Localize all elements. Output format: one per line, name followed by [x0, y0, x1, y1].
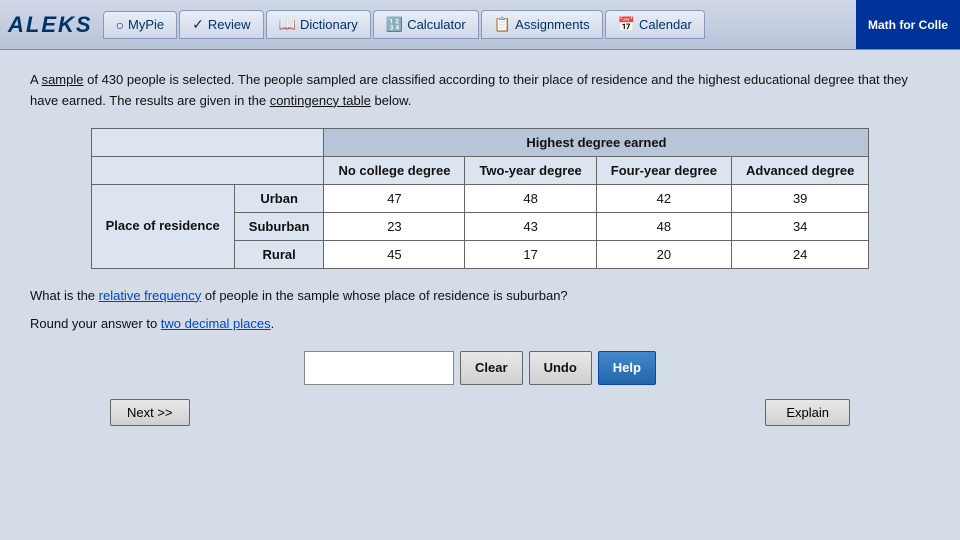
undo-button[interactable]: Undo [529, 351, 592, 385]
row-group-label: Place of residence [91, 184, 234, 268]
math-for-college-label: Math for Colle [856, 0, 960, 49]
row-label-urban: Urban [234, 184, 324, 212]
main-content-area: A sample of 430 people is selected. The … [0, 50, 960, 540]
nav-tab-list: ○ MyPie ✓ Review 📖 Dictionary 🔢 Calculat… [103, 10, 952, 39]
tab-mypie-label: MyPie [128, 17, 164, 32]
cell-urban-four-year: 42 [596, 184, 731, 212]
cell-urban-advanced: 39 [732, 184, 869, 212]
table-main-header: Highest degree earned [324, 128, 869, 156]
round-instruction-text: Round your answer to two decimal places. [30, 313, 930, 335]
tab-review[interactable]: ✓ Review [179, 10, 263, 39]
cell-rural-no-college: 45 [324, 240, 465, 268]
cell-suburban-four-year: 48 [596, 212, 731, 240]
col-header-no-college: No college degree [324, 156, 465, 184]
clear-button[interactable]: Clear [460, 351, 523, 385]
tab-calculator[interactable]: 🔢 Calculator [373, 10, 479, 39]
col-header-four-year: Four-year degree [596, 156, 731, 184]
calendar-icon: 📅 [618, 16, 635, 33]
cell-suburban-no-college: 23 [324, 212, 465, 240]
answer-input[interactable] [304, 351, 454, 385]
question-text: What is the relative frequency of people… [30, 285, 930, 307]
problem-intro-text: A sample of 430 people is selected. The … [30, 70, 930, 112]
cell-suburban-two-year: 43 [465, 212, 596, 240]
answer-input-row: Clear Undo Help [30, 351, 930, 385]
tab-assignments[interactable]: 📋 Assignments [481, 10, 603, 39]
assignments-icon: 📋 [494, 16, 511, 33]
tab-mypie[interactable]: ○ MyPie [103, 11, 178, 39]
tab-calendar-label: Calendar [639, 17, 692, 32]
contingency-table: Highest degree earned No college degree … [91, 128, 870, 269]
help-button[interactable]: Help [598, 351, 656, 385]
col-header-advanced: Advanced degree [732, 156, 869, 184]
explain-button[interactable]: Explain [765, 399, 850, 426]
top-navigation-bar: ALEKS ○ MyPie ✓ Review 📖 Dictionary 🔢 Ca… [0, 0, 960, 50]
aleks-logo: ALEKS [8, 12, 93, 38]
bottom-action-row: Next >> Explain [30, 399, 930, 426]
tab-dictionary[interactable]: 📖 Dictionary [266, 10, 371, 39]
cell-rural-two-year: 17 [465, 240, 596, 268]
col-header-two-year: Two-year degree [465, 156, 596, 184]
tab-calendar[interactable]: 📅 Calendar [605, 10, 705, 39]
calculator-icon: 🔢 [386, 16, 403, 33]
tab-dictionary-label: Dictionary [300, 17, 358, 32]
cell-urban-two-year: 48 [465, 184, 596, 212]
review-icon: ✓ [192, 16, 204, 33]
tab-calculator-label: Calculator [407, 17, 466, 32]
row-label-rural: Rural [234, 240, 324, 268]
cell-suburban-advanced: 34 [732, 212, 869, 240]
data-table-container: Highest degree earned No college degree … [30, 128, 930, 269]
cell-urban-no-college: 47 [324, 184, 465, 212]
tab-review-label: Review [208, 17, 251, 32]
cell-rural-advanced: 24 [732, 240, 869, 268]
next-button[interactable]: Next >> [110, 399, 190, 426]
cell-rural-four-year: 20 [596, 240, 731, 268]
row-label-suburban: Suburban [234, 212, 324, 240]
tab-assignments-label: Assignments [515, 17, 589, 32]
dictionary-icon: 📖 [279, 16, 296, 33]
mypie-icon: ○ [116, 17, 124, 33]
